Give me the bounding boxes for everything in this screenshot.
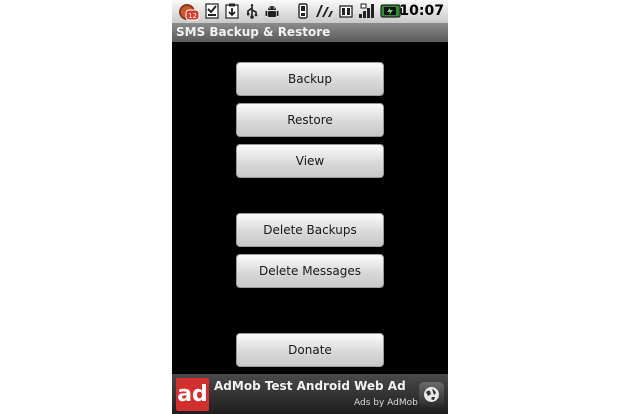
signal-off-icon [316, 5, 333, 17]
donate-button[interactable]: Donate [236, 333, 384, 367]
ad-banner[interactable]: ad AdMob Test Android Web Ad Ads by AdMo… [172, 374, 448, 414]
usb-icon [247, 4, 258, 19]
delete-messages-button[interactable]: Delete Messages [236, 254, 384, 288]
status-time: 10:07 [399, 3, 444, 19]
status-bar: 12 10:07 [172, 0, 448, 23]
globe-icon-graphic [424, 387, 439, 402]
title-bar: SMS Backup & Restore [172, 23, 448, 42]
restore-button[interactable]: Restore [236, 103, 384, 137]
clipboard-icon [225, 3, 239, 19]
backup-button[interactable]: Backup [236, 62, 384, 96]
ad-logo: ad [176, 378, 209, 411]
delete-backups-button[interactable]: Delete Backups [236, 213, 384, 247]
notification-count-icon[interactable]: 12 [178, 2, 200, 21]
phone-vibrate-icon [298, 3, 308, 19]
android-debug-icon [265, 6, 279, 17]
globe-icon[interactable] [419, 382, 444, 407]
signal-strength-icon [359, 3, 374, 18]
ad-text: AdMob Test Android Web Ad [214, 379, 406, 393]
checklist-icon [205, 3, 219, 19]
app-title: SMS Backup & Restore [176, 25, 331, 39]
phone-screen: 12 10:07 SMS Backup & Restore Backup Res… [172, 0, 448, 414]
ad-caption: Ads by AdMob [354, 398, 418, 408]
notification-count: 12 [188, 12, 197, 20]
view-button[interactable]: View [236, 144, 384, 178]
storage-icon [339, 5, 353, 18]
